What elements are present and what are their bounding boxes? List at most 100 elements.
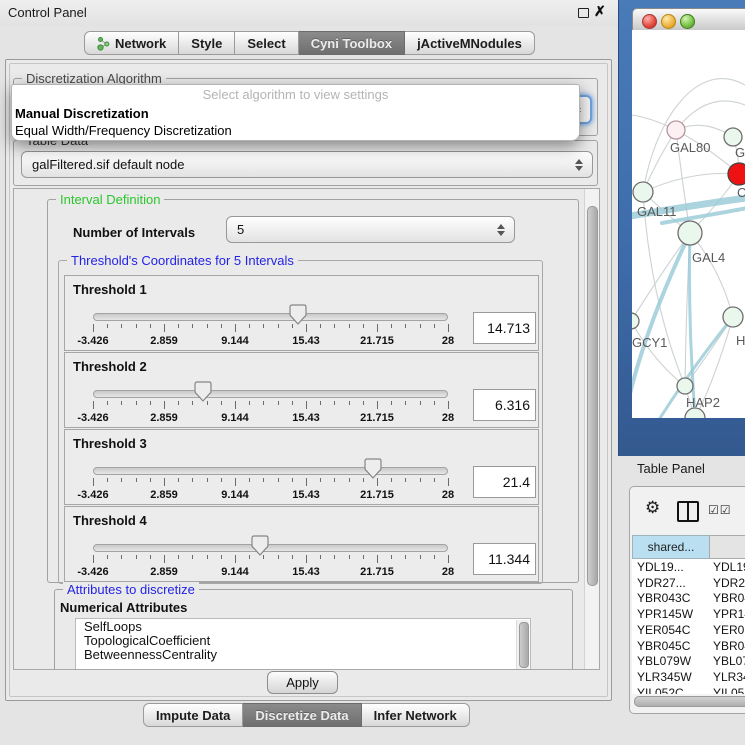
table-row[interactable]: YDR27...YDR27 [632,576,745,592]
attribute-item-topologicalcoefficient[interactable]: TopologicalCoefficient [76,634,530,648]
tick-mark [150,324,151,328]
threshold-value-box[interactable]: 14.713 [473,312,536,344]
network-node[interactable] [678,221,702,245]
threshold-slider[interactable]: -3.4262.8599.14415.4321.71528 [93,535,448,579]
table-row[interactable]: YDL19...YDL19 [632,560,745,576]
attribute-item-betweennesscentrality[interactable]: BetweennessCentrality [76,648,530,662]
list-scrollbar-thumb[interactable] [519,622,529,668]
tick-mark [391,555,392,559]
slider-track[interactable] [93,544,448,552]
table-row[interactable]: YER054CYER054C [632,623,745,639]
threshold-value-box[interactable]: 11.344 [473,543,536,575]
number-of-intervals-spinner[interactable]: 5 [226,216,515,243]
slider-thumb[interactable] [251,535,269,556]
attributes-group: Attributes to discretize Numerical Attri… [54,589,573,670]
algorithm-option-manual-discretization[interactable]: Manual Discretization [12,105,579,122]
network-edge[interactable] [632,233,690,321]
network-edge[interactable] [643,173,739,192]
tick-mark [334,324,335,328]
select-columns-icons[interactable]: ☑☑ [708,503,732,517]
network-window-titlebar[interactable] [632,8,745,32]
tick-mark [207,478,208,482]
table-column-header-n[interactable]: n [709,535,745,559]
tab-cyni-toolbox[interactable]: Cyni Toolbox [299,31,405,55]
network-view-canvas[interactable]: GAL80GACGAL11GAL4HGCY1HAP2 [632,30,745,418]
threshold-slider[interactable]: -3.4262.8599.14415.4321.71528 [93,458,448,502]
node-table[interactable]: shared...n YDL19...YDL19YDR27...YDR27YBR… [632,535,745,703]
column-layout-icon[interactable] [677,501,699,522]
zoom-traffic-light-icon[interactable] [680,14,695,29]
tick-mark [434,324,435,328]
minimize-traffic-light-icon[interactable] [661,14,676,29]
threshold-value-box[interactable]: 6.316 [473,389,536,421]
table-row[interactable]: YLR345WYLR345W [632,670,745,686]
apply-button[interactable]: Apply [267,671,338,694]
tick-label: 9.144 [221,566,249,578]
threshold-slider[interactable]: -3.4262.8599.14415.4321.71528 [93,304,448,348]
table-horizontal-scrollbar[interactable] [632,694,745,706]
table-row[interactable]: YBL079WYBL079W [632,654,745,670]
close-icon[interactable]: ✗ [594,3,606,20]
table-data-combobox[interactable]: galFiltered.sif default node [21,151,593,178]
slider-track[interactable] [93,313,448,321]
algorithm-prompt-item[interactable]: Select algorithm to view settings [12,85,579,105]
network-edge[interactable] [690,233,733,317]
slider-ticks [93,555,448,564]
network-node[interactable] [728,163,745,185]
table-row[interactable]: YPR145WYPR145W [632,607,745,623]
tick-mark [448,478,449,486]
network-node[interactable] [724,128,742,146]
tick-mark [235,324,236,332]
tab-select[interactable]: Select [235,31,298,55]
table-scrollbar-thumb[interactable] [634,696,745,707]
network-node[interactable] [632,313,639,329]
threshold-slider[interactable]: -3.4262.8599.14415.4321.71528 [93,381,448,425]
tab-discretize-data[interactable]: Discretize Data [243,703,361,727]
slider-track[interactable] [93,390,448,398]
tick-mark [249,324,250,328]
node-label: GAL80 [670,140,710,155]
tab-jactivemnodules[interactable]: jActiveMNodules [405,31,535,55]
numerical-attributes-list[interactable]: SelfLoopsTopologicalCoefficientBetweenne… [75,618,531,670]
threshold-panel: Threshold 1 -3.4262.8599.14415.4321.7152… [64,275,539,351]
tick-label: 2.859 [150,412,178,424]
settings-scrollbar[interactable] [584,189,599,669]
list-scrollbar[interactable] [516,620,529,670]
threshold-value-box[interactable]: 21.4 [473,466,536,498]
float-window-icon[interactable] [578,8,589,18]
table-row[interactable]: YBR045CYBR045C [632,639,745,655]
tab-infer-network[interactable]: Infer Network [362,703,470,727]
network-node[interactable] [723,307,743,327]
settings-scrollpane: Interval Definition Number of Intervals … [13,188,600,670]
tick-mark [136,478,137,482]
tick-mark [363,401,364,405]
attribute-item-selfloops[interactable]: SelfLoops [76,620,530,634]
settings-scrollbar-thumb[interactable] [587,206,598,586]
node-label: C [737,185,745,200]
table-cell-name: YPR145W [713,607,745,623]
table-cell-name: YBL079W [713,654,745,670]
close-traffic-light-icon[interactable] [642,14,657,29]
slider-thumb[interactable] [194,381,212,402]
table-column-header-shared[interactable]: shared... [632,535,710,559]
slider-thumb[interactable] [289,304,307,325]
tick-mark [235,478,236,486]
network-node[interactable] [633,182,653,202]
tick-mark [192,324,193,328]
algorithm-option-equal-width-frequency-discretization[interactable]: Equal Width/Frequency Discretization [12,122,579,139]
tab-style[interactable]: Style [179,31,235,55]
tab-network[interactable]: Network [84,31,179,55]
slider-track[interactable] [93,467,448,475]
slider-thumb[interactable] [364,458,382,479]
tick-mark [178,555,179,559]
threshold-label: Threshold 2 [73,359,147,374]
gear-icon[interactable]: ⚙ [645,499,660,517]
network-node[interactable] [667,121,685,139]
tick-mark [306,324,307,332]
network-edge[interactable] [676,101,745,130]
slider-ticks [93,478,448,487]
table-row[interactable]: YBR043CYBR043C [632,591,745,607]
tab-impute-data[interactable]: Impute Data [143,703,243,727]
network-node[interactable] [677,378,693,394]
table-panel-title: Table Panel [637,461,705,476]
